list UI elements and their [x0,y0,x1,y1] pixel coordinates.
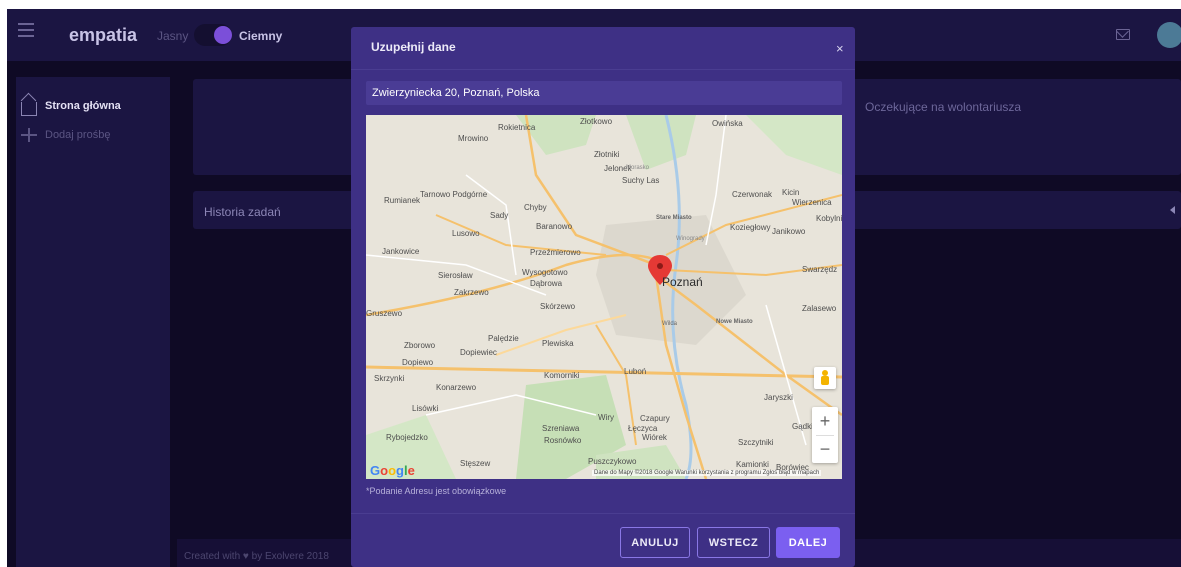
mail-icon[interactable] [1116,29,1130,40]
back-button[interactable]: WSTECZ [697,527,770,558]
zoom-out-button[interactable]: − [812,435,838,463]
map-label: Jankowice [382,247,420,256]
modal-divider [351,69,855,70]
map-label: Wierzenica [792,198,832,207]
map-label: Wysogotowo [522,268,568,277]
pending-volunteer-label: Oczekujące na wolontariusza [865,100,1022,114]
address-input[interactable] [366,81,842,105]
close-icon[interactable]: × [836,41,844,56]
map-label: Swarzędz [802,265,838,274]
map-label: Zakrzewo [454,288,489,297]
map-label: Luboń [624,367,647,376]
map-label: Kobylnica [816,214,842,223]
map-label: Skrzynki [374,374,405,383]
map-label: Gądki [792,422,813,431]
map-label: Dopiewo [402,358,434,367]
map-label: Sierosław [438,271,473,280]
cancel-button[interactable]: ANULUJ [620,527,690,558]
map-view[interactable]: Poznań Złotkowo Owińska Rokietnica Mrowi… [366,115,842,479]
street-view-pegman-icon[interactable] [814,367,836,389]
hamburger-menu-icon[interactable] [18,23,34,37]
map-label: Gruszewo [366,309,403,318]
map-label: Baranowo [536,222,573,231]
toggle-knob [214,26,232,44]
map-zoom-control: + − [812,407,838,463]
theme-light-label: Jasny [157,29,189,43]
history-title: Historia zadań [204,205,281,219]
map-label: Janikowo [772,227,806,236]
footer-text: Created with ♥ by Exolvere 2018 [184,551,329,562]
map-label: Koziegłowy [730,223,771,232]
map-label: Kamionki [736,460,769,469]
map-attribution[interactable]: Dane do Mapy ©2018 Google Warunki korzys… [592,470,822,476]
google-logo: Google [370,463,415,478]
next-button[interactable]: DALEJ [776,527,840,558]
sidebar-item-add-request[interactable]: Dodaj prośbę [21,128,110,142]
brand-logo[interactable]: empatia [69,25,137,46]
map-district-label: Winogrady [676,236,705,242]
map-label: Dopiewiec [460,348,497,357]
map-label: Rumianek [384,196,421,205]
map-label: Lusowo [452,229,480,238]
map-label: Czapury [640,414,670,423]
map-label: Zalasewo [802,304,837,313]
home-icon [21,102,37,116]
map-label: Chyby [524,203,547,212]
map-label: Zborowo [404,341,436,350]
zoom-in-button[interactable]: + [812,407,838,435]
required-address-note: *Podanie Adresu jest obowiązkowe [366,486,507,496]
map-label: Czerwonak [732,190,773,199]
map-label: Mrowino [458,134,489,143]
map-district-label: Stare Miasto [656,215,692,221]
map-label: Przeźmierowo [530,248,581,257]
map-city-label: Poznań [662,275,703,289]
map-label: Wiry [598,413,614,422]
theme-toggle[interactable] [194,24,232,46]
map-label: Wiórek [642,433,667,442]
plus-icon [21,128,37,142]
map-label: Komorniki [544,371,580,380]
map-label: Puszczykowo [588,457,637,466]
theme-dark-label: Ciemny [239,29,283,43]
sidebar-item-label: Strona główna [45,100,121,112]
map-label: Rosnówko [544,436,582,445]
map-label: Suchy Las [622,176,660,185]
avatar[interactable] [1157,22,1181,48]
chevron-left-icon[interactable] [1170,206,1175,214]
map-label: Lisówki [412,404,439,413]
map-label: Kicin [782,188,800,197]
map-label: Stęszew [460,459,491,468]
map-district-label: Wilda [662,321,678,327]
map-label: Rybojedzko [386,433,428,442]
map-label: Palędzie [488,334,519,343]
app-frame: empatia Jasny Ciemny Strona główna Dodaj… [7,9,1181,567]
map-label: Plewiska [542,339,574,348]
fill-data-modal: Uzupełnij dane × Zwierzyniecka 20, Pozna… [351,27,855,567]
map-label: Skórzewo [540,302,576,311]
map-label: Tarnowo Podgórne [420,190,488,199]
map-label: Złotkowo [580,117,613,126]
modal-title: Uzupełnij dane [371,40,456,54]
sidebar-item-home[interactable]: Strona główna [21,99,121,116]
map-label: Łęczyca [628,424,658,433]
map-label: Jaryszki [764,393,793,402]
map-label: Konarzewo [436,383,477,392]
sidebar: Strona główna Dodaj prośbę [16,77,170,567]
map-label: Sady [490,211,509,220]
map-label: Złotniki [594,150,620,159]
modal-divider [351,513,855,514]
map-district-label: Nowe Miasto [716,319,753,325]
map-label: Rokietnica [498,123,536,132]
map-label: Owińska [712,119,743,128]
map-label: Szczytniki [738,438,774,447]
map-label: Dąbrowa [530,279,563,288]
map-label: Szreniawa [542,424,580,433]
sidebar-item-label: Dodaj prośbę [45,129,111,141]
map-district-label: Morasko [626,165,650,171]
